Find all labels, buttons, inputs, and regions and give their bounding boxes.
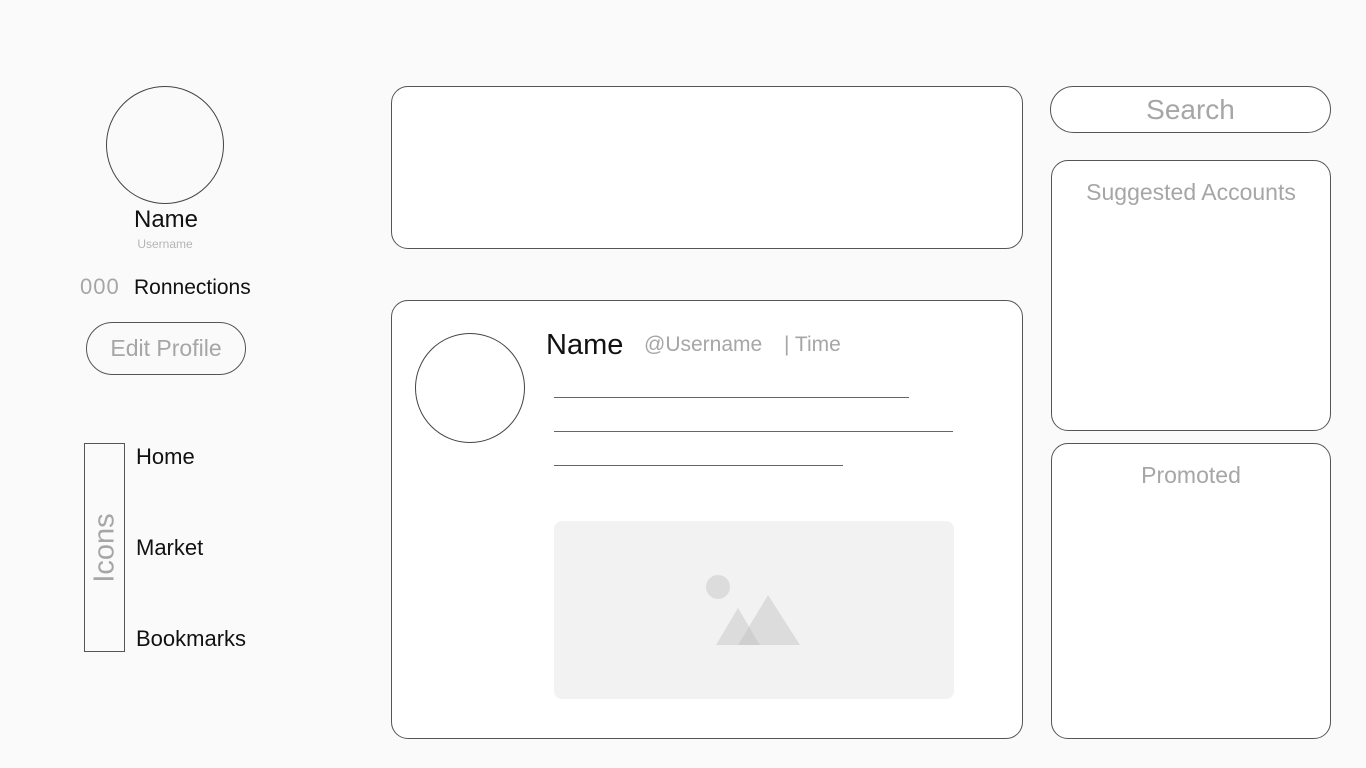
compose-box[interactable] bbox=[391, 86, 1023, 249]
suggested-accounts-title: Suggested Accounts bbox=[1086, 179, 1296, 205]
nav-icons-placeholder: Icons bbox=[84, 443, 125, 652]
post-text-line bbox=[554, 397, 909, 398]
post-image-placeholder[interactable] bbox=[554, 521, 954, 699]
image-placeholder-icon bbox=[706, 575, 800, 645]
post-text-line bbox=[554, 465, 843, 466]
connections-count: 000 bbox=[80, 274, 120, 299]
page: Name Username 000 Ronnections Edit Profi… bbox=[0, 0, 1366, 768]
nav-icons-label: Icons bbox=[88, 512, 120, 583]
suggested-accounts-panel: Suggested Accounts bbox=[1051, 160, 1331, 431]
profile-username: Username bbox=[137, 237, 193, 251]
connections-label[interactable]: Ronnections bbox=[134, 276, 251, 300]
post-text-line bbox=[554, 431, 953, 432]
post-author-username[interactable]: @Username bbox=[644, 333, 762, 357]
post-author-avatar[interactable] bbox=[415, 333, 525, 443]
search-input[interactable]: Search bbox=[1050, 86, 1331, 133]
post-author-name[interactable]: Name bbox=[546, 329, 623, 362]
post-timestamp: | Time bbox=[784, 333, 841, 356]
edit-profile-button[interactable]: Edit Profile bbox=[86, 322, 246, 375]
nav-item-market[interactable]: Market bbox=[136, 535, 203, 561]
promoted-title: Promoted bbox=[1141, 462, 1241, 488]
post-card: Name @Username | Time bbox=[391, 300, 1023, 739]
nav-item-home[interactable]: Home bbox=[136, 444, 195, 470]
profile-name: Name bbox=[133, 206, 199, 233]
profile-avatar[interactable] bbox=[106, 86, 224, 204]
promoted-panel: Promoted bbox=[1051, 443, 1331, 739]
nav-item-bookmarks[interactable]: Bookmarks bbox=[136, 626, 246, 652]
